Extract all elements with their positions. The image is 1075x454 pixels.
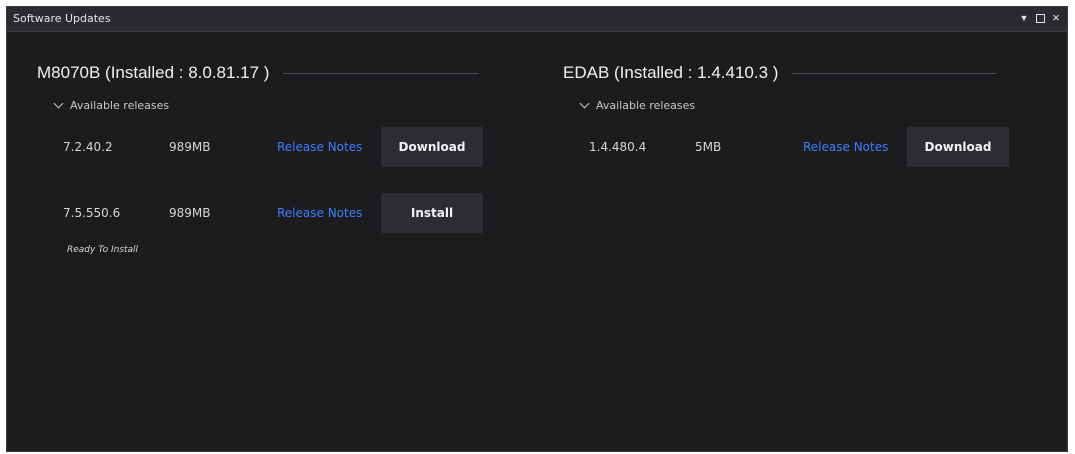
available-releases-toggle[interactable]: Available releases <box>579 98 696 112</box>
software-updates-window: Software Updates ▼ × M8070B (Installed :… <box>6 6 1068 452</box>
install-button[interactable]: Install <box>381 193 483 233</box>
available-releases-toggle[interactable]: Available releases <box>53 98 170 112</box>
pin-down-icon[interactable]: ▼ <box>1019 11 1029 25</box>
title-bar: Software Updates ▼ × <box>7 7 1067 32</box>
release-notes-link[interactable]: Release Notes <box>277 140 362 154</box>
available-releases-label: Available releases <box>70 99 170 112</box>
release-size: 989MB <box>169 206 211 220</box>
close-icon[interactable]: × <box>1051 11 1061 25</box>
release-version: 7.2.40.2 <box>63 140 113 154</box>
release-version: 1.4.480.4 <box>589 140 647 154</box>
heading-divider <box>792 72 997 74</box>
maximize-icon[interactable] <box>1035 11 1045 25</box>
product-title: M8070B (Installed : 8.0.81.17 ) <box>37 63 270 82</box>
product-title: EDAB (Installed : 1.4.410.3 ) <box>563 63 779 82</box>
release-row: 7.2.40.2 989MB Release Notes Download <box>7 127 527 167</box>
release-size: 989MB <box>169 140 211 154</box>
release-size: 5MB <box>695 140 722 154</box>
release-row: 7.5.550.6 989MB Release Notes Install <box>7 193 527 233</box>
chevron-down-icon <box>53 98 64 109</box>
product-heading: M8070B (Installed : 8.0.81.17 ) <box>37 63 480 83</box>
window-title: Software Updates <box>13 12 111 25</box>
release-notes-link[interactable]: Release Notes <box>803 140 888 154</box>
download-button[interactable]: Download <box>907 127 1009 167</box>
release-version: 7.5.550.6 <box>63 206 121 220</box>
product-heading: EDAB (Installed : 1.4.410.3 ) <box>563 63 997 83</box>
window-controls: ▼ × <box>1019 11 1061 25</box>
download-button[interactable]: Download <box>381 127 483 167</box>
ready-to-install-status: Ready To Install <box>67 245 139 255</box>
heading-divider <box>283 72 480 74</box>
release-row: 1.4.480.4 5MB Release Notes Download <box>533 127 1053 167</box>
chevron-down-icon <box>579 98 590 109</box>
release-notes-link[interactable]: Release Notes <box>277 206 362 220</box>
available-releases-label: Available releases <box>596 99 696 112</box>
